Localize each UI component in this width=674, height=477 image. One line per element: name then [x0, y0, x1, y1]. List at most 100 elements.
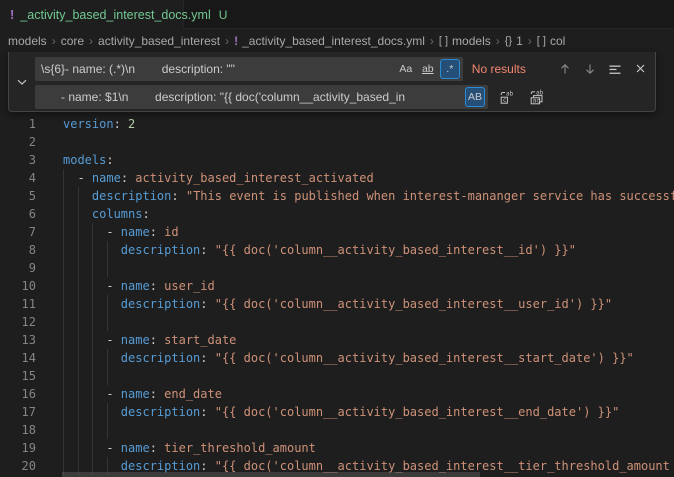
line-number[interactable]: 12	[0, 313, 48, 331]
line-number[interactable]: 1	[0, 115, 48, 133]
line-number[interactable]: 4	[0, 169, 48, 187]
whole-word-button[interactable]: ab	[418, 59, 438, 79]
breadcrumb-item-core[interactable]: core	[61, 34, 84, 48]
code-line-content: - name: user_id	[48, 277, 215, 295]
breadcrumb-label: _activity_based_interest_docs.yml	[242, 34, 425, 48]
tab-activity-based-interest-docs[interactable]: ! _activity_based_interest_docs.yml U	[0, 0, 184, 29]
line-number[interactable]: 19	[0, 439, 48, 457]
line-number[interactable]: 2	[0, 133, 48, 151]
find-in-selection-icon	[608, 62, 622, 76]
breadcrumb-separator-icon: ›	[430, 34, 434, 48]
code-line[interactable]: 4 - name: activity_based_interest_activa…	[0, 169, 674, 187]
replace-input[interactable]: - name: $1\n description: "{{ doc('colum…	[35, 85, 488, 109]
code-line[interactable]: 18	[0, 421, 674, 439]
line-number[interactable]: 10	[0, 277, 48, 295]
symbol-icon: [ ]	[537, 35, 546, 47]
code-line-content	[48, 421, 63, 439]
code-line[interactable]: 10 - name: user_id	[0, 277, 674, 295]
code-line[interactable]: 17 description: "{{ doc('column__activit…	[0, 403, 674, 421]
arrow-down-icon	[583, 62, 597, 76]
code-line-content: - name: tier_threshold_amount	[48, 439, 316, 457]
preserve-case-button[interactable]: AB	[465, 87, 485, 107]
breadcrumb-item-1[interactable]: {}1	[505, 34, 523, 48]
toggle-replace-button[interactable]	[9, 52, 35, 111]
breadcrumb-separator-icon: ›	[225, 34, 229, 48]
breadcrumb-item-models[interactable]: [ ]models	[439, 34, 491, 48]
code-line[interactable]: 3models:	[0, 151, 674, 169]
horizontal-scrollbar-thumb[interactable]	[62, 472, 480, 477]
find-replace-widget: \s{6}- name: (.*)\n description: "" Aa a…	[8, 52, 656, 112]
code-line-content: - name: start_date	[48, 331, 236, 349]
svg-text:c: c	[503, 97, 507, 104]
code-line-content: description: "{{ doc('column__activity_b…	[48, 403, 619, 421]
breadcrumb-item-col[interactable]: [ ] col	[537, 34, 566, 48]
previous-match-button[interactable]	[555, 58, 576, 80]
line-number[interactable]: 18	[0, 421, 48, 439]
tab-title: _activity_based_interest_docs.yml	[20, 8, 210, 22]
code-line[interactable]: 13 - name: start_date	[0, 331, 674, 349]
replace-all-button[interactable]: ab ac	[526, 86, 548, 108]
match-case-button[interactable]: Aa	[396, 59, 416, 79]
indent-guide	[107, 403, 108, 439]
code-line[interactable]: 16 - name: end_date	[0, 385, 674, 403]
indent-guide	[107, 241, 108, 277]
code-line[interactable]: 5 description: "This event is published …	[0, 187, 674, 205]
code-line-content: description: "{{ doc('column__activity_b…	[48, 295, 612, 313]
regex-button[interactable]: .*	[440, 59, 460, 79]
breadcrumb-separator-icon: ›	[89, 34, 93, 48]
tab-bar: ! _activity_based_interest_docs.yml U	[0, 0, 674, 29]
close-find-button[interactable]	[630, 58, 651, 80]
code-line-content	[48, 259, 63, 277]
line-number[interactable]: 5	[0, 187, 48, 205]
git-untracked-badge: U	[219, 8, 228, 22]
line-number[interactable]: 3	[0, 151, 48, 169]
code-line[interactable]: 2	[0, 133, 674, 151]
line-number[interactable]: 16	[0, 385, 48, 403]
symbol-icon: [ ]	[439, 35, 448, 47]
code-line[interactable]: 7 - name: id	[0, 223, 674, 241]
code-line[interactable]: 14 description: "{{ doc('column__activit…	[0, 349, 674, 367]
replace-icon: ab c	[499, 89, 515, 105]
code-line[interactable]: 1version: 2	[0, 115, 674, 133]
code-line-content	[48, 367, 63, 385]
code-line[interactable]: 6 columns:	[0, 205, 674, 223]
indent-guide	[107, 295, 108, 331]
line-number[interactable]: 11	[0, 295, 48, 313]
line-number[interactable]: 14	[0, 349, 48, 367]
symbol-icon: {}	[505, 35, 512, 47]
breadcrumb-item-_activity_based_interest_docs.yml[interactable]: ! _activity_based_interest_docs.yml	[234, 34, 425, 48]
yaml-file-icon: !	[10, 7, 14, 22]
next-match-button[interactable]	[580, 58, 601, 80]
code-line-content: description: "{{ doc('column__activity_b…	[48, 349, 634, 367]
breadcrumb-label: col	[550, 34, 565, 48]
yaml-file-icon: !	[234, 34, 238, 48]
find-status: No results	[472, 62, 536, 76]
line-number[interactable]: 6	[0, 205, 48, 223]
line-number[interactable]: 8	[0, 241, 48, 259]
code-line[interactable]: 11 description: "{{ doc('column__activit…	[0, 295, 674, 313]
line-number[interactable]: 9	[0, 259, 48, 277]
breadcrumb-item-activity_based_interest[interactable]: activity_based_interest	[98, 34, 220, 48]
close-icon	[634, 62, 647, 75]
code-line[interactable]: 19 - name: tier_threshold_amount	[0, 439, 674, 457]
line-number[interactable]: 13	[0, 331, 48, 349]
breadcrumb-separator-icon: ›	[528, 34, 532, 48]
breadcrumb: models › core › activity_based_interest ›! _ac…	[0, 29, 674, 52]
breadcrumb-item-models[interactable]: models	[8, 34, 47, 48]
find-in-selection-button[interactable]	[605, 58, 626, 80]
code-line[interactable]: 12	[0, 313, 674, 331]
find-input[interactable]: \s{6}- name: (.*)\n description: "" Aa a…	[35, 57, 463, 81]
code-line[interactable]: 9	[0, 259, 674, 277]
code-line[interactable]: 8 description: "{{ doc('column__activity…	[0, 241, 674, 259]
line-number[interactable]: 15	[0, 367, 48, 385]
line-number[interactable]: 7	[0, 223, 48, 241]
code-line-content	[48, 133, 63, 151]
breadcrumb-label: models	[8, 34, 47, 48]
svg-text:ac: ac	[533, 97, 541, 104]
replace-button[interactable]: ab c	[496, 86, 518, 108]
line-number[interactable]: 17	[0, 403, 48, 421]
code-line[interactable]: 15	[0, 367, 674, 385]
line-number[interactable]: 20	[0, 457, 48, 475]
code-line-content: models:	[48, 151, 114, 169]
code-editor[interactable]: 1version: 223models:4 - name: activity_b…	[0, 112, 674, 477]
